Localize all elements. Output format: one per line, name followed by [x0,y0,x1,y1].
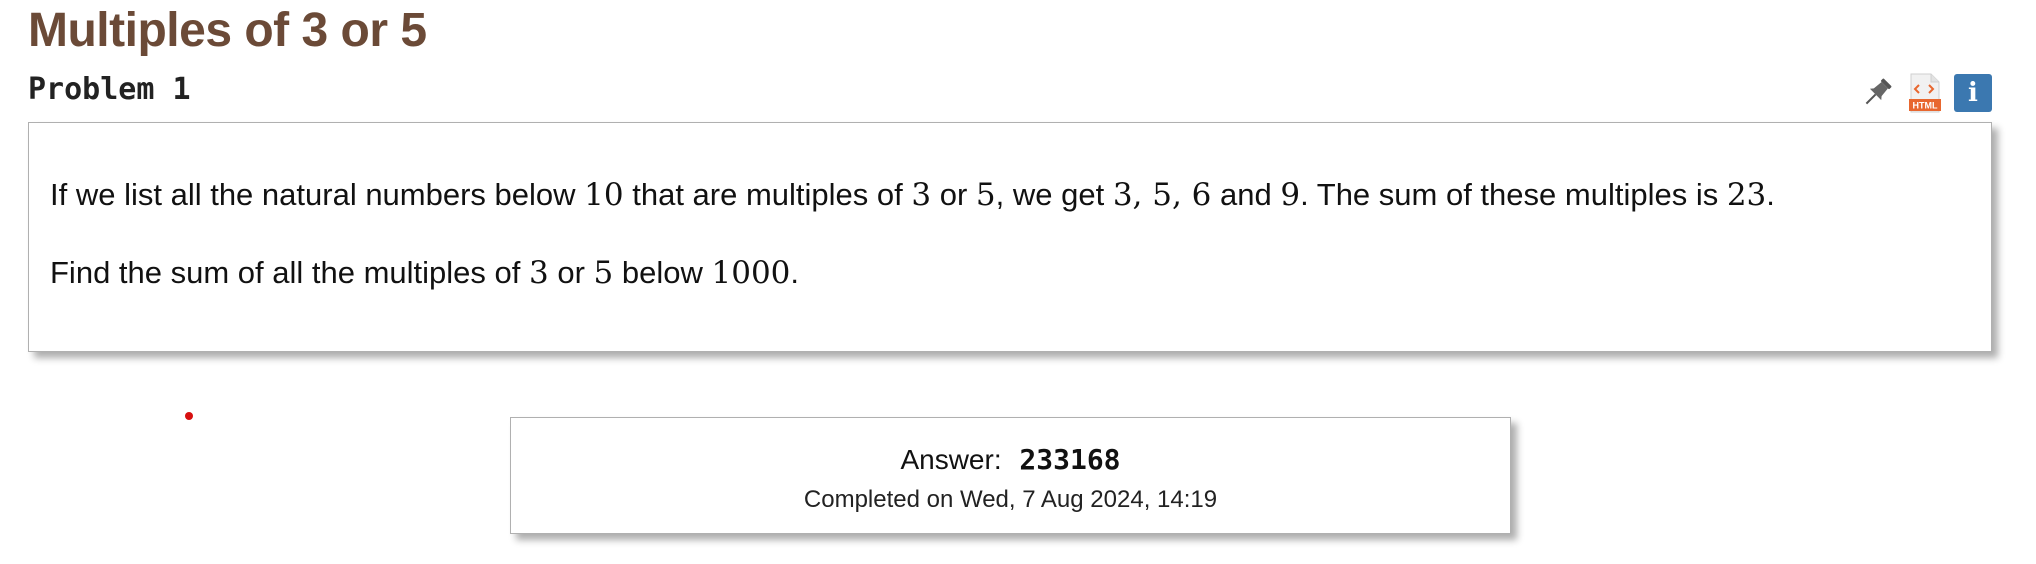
html-file-icon[interactable]: HTML [1906,73,1944,113]
math-number: 3, 5, 6 [1112,177,1212,213]
answer-label: Answer: [900,444,1002,475]
problem-toolbar: HTML i [1858,73,1992,113]
math-number: 10 [584,177,624,213]
completed-timestamp: Completed on Wed, 7 Aug 2024, 14:19 [803,486,1218,513]
answer-value: 233168 [1019,443,1121,476]
math-number: 1000 [711,255,791,291]
problem-paragraph-2: Find the sum of all the multiples of 3 o… [50,255,800,291]
math-number: 3 [911,177,932,213]
math-number: 5 [593,255,614,291]
pin-icon[interactable] [1858,74,1896,112]
math-number: 5 [975,177,996,213]
problem-statement: If we list all the natural numbers below… [28,122,1992,352]
info-icon[interactable]: i [1954,74,1992,112]
html-badge-label: HTML [1913,101,1938,111]
answer-panel: Answer: 233168 Completed on Wed, 7 Aug 2… [510,417,1511,534]
math-number: 9 [1280,177,1301,213]
page: Multiples of 3 or 5 Problem 1 HTML i If … [0,0,2036,564]
math-number: 23 [1726,177,1767,213]
problem-paragraph-1: If we list all the natural numbers below… [50,177,1775,213]
marker-dot [185,412,193,420]
answer-line: Answer: 233168 [511,443,1510,477]
page-title: Multiples of 3 or 5 [28,4,427,57]
math-number: 3 [529,255,549,291]
problem-number: Problem 1 [28,72,191,107]
